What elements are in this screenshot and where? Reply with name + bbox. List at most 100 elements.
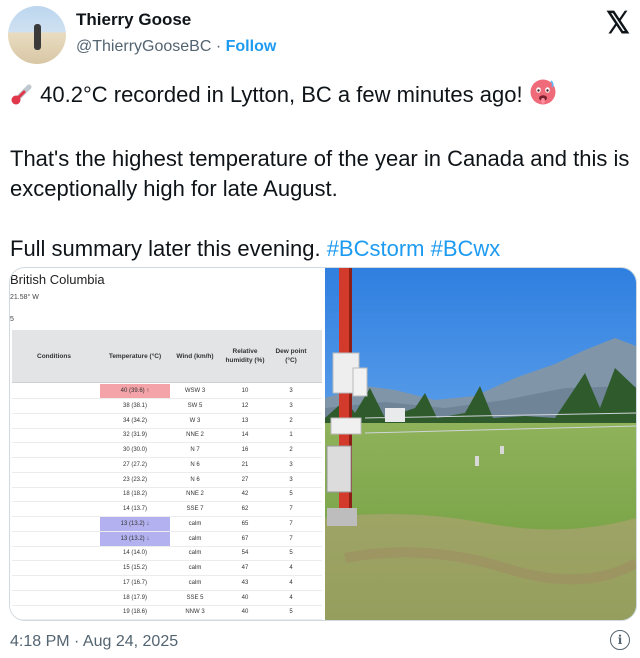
table-small-text: 5 — [10, 316, 14, 323]
dew-point-cell: 5 — [289, 491, 293, 498]
humidity-cell: 21 — [241, 461, 249, 468]
table-row: 19 (18.6) NNW 3 40 5 — [12, 605, 322, 620]
x-logo-icon[interactable]: 𝕏 — [606, 6, 630, 41]
header-dew-point: Dew point (°C) — [275, 348, 307, 364]
humidity-cell: 40 — [241, 609, 249, 616]
table-row: 32 (31.9) NNE 2 14 1 — [12, 428, 322, 444]
table-row: 17 (16.7) calm 43 4 — [12, 576, 322, 591]
wind-cell: W 3 — [189, 417, 201, 424]
dew-point-cell: 3 — [289, 402, 293, 409]
wind-cell: calm — [188, 520, 202, 527]
author-handle[interactable]: @ThierryGooseBC — [76, 38, 211, 55]
wind-cell: N 7 — [190, 447, 200, 453]
wind-cell: calm — [188, 565, 202, 571]
tweet-line-1-text: 40.2°C recorded in Lytton, BC a few minu… — [40, 82, 523, 107]
humidity-cell: 54 — [241, 550, 249, 557]
dew-point-cell: 4 — [289, 594, 293, 601]
temperature-cell: 23 (23.2) — [122, 476, 147, 483]
table-row: 27 (27.2) N 6 21 3 — [12, 458, 322, 473]
dew-point-cell: 7 — [289, 520, 293, 527]
wind-cell: NNW 3 — [185, 609, 205, 616]
dew-point-cell: 7 — [289, 506, 293, 512]
table-coord: 21.58° W — [10, 294, 39, 301]
temperature-cell: 14 (13.7) — [122, 506, 147, 512]
header-temperature: Temperature (°C) — [108, 352, 162, 360]
dew-point-cell: 7 — [289, 535, 293, 542]
table-title: British Columbia — [10, 272, 105, 287]
humidity-cell: 12 — [241, 402, 249, 409]
dew-point-cell: 5 — [289, 550, 293, 557]
humidity-cell: 27 — [241, 476, 249, 483]
tweet-text: 40.2°C recorded in Lytton, BC a few minu… — [10, 78, 630, 264]
humidity-cell: 65 — [241, 520, 249, 527]
header-humidity: Relative humidity (%) — [225, 348, 265, 364]
thermometer-icon — [10, 82, 34, 114]
header-wind: Wind (km/h) — [176, 352, 214, 360]
tweet-line-3-text: Full summary later this evening. — [10, 236, 321, 261]
humidity-cell: 42 — [241, 491, 249, 498]
timestamp[interactable]: 4:18 PM · Aug 24, 2025 — [10, 633, 178, 651]
weather-table-image[interactable]: British Columbia 21.58° W 5 Conditions T… — [10, 268, 324, 620]
temperature-cell: 40 (39.6) ↑ — [100, 384, 170, 398]
hashtag-bcstorm[interactable]: #BCstorm — [327, 236, 425, 261]
table-row: 40 (39.6) ↑ WSW 3 10 3 — [12, 384, 322, 399]
dew-point-cell: 4 — [289, 579, 293, 586]
author-handle-row: @ThierryGooseBC · Follow — [76, 38, 276, 56]
avatar[interactable] — [8, 6, 66, 64]
temperature-cell: 13 (13.2) ↓ — [100, 516, 170, 531]
tweet-line-2: That's the highest temperature of the ye… — [10, 146, 630, 201]
temperature-cell: 15 (15.2) — [122, 565, 147, 571]
wind-cell: SSE 7 — [186, 506, 204, 512]
wind-cell: N 6 — [190, 461, 200, 468]
temperature-cell: 32 (31.9) — [122, 432, 147, 439]
table-row: 13 (13.2) ↓ calm 67 7 — [12, 531, 322, 547]
table-row: 18 (17.9) SSE 5 40 4 — [12, 591, 322, 606]
temperature-cell: 18 (17.9) — [122, 594, 147, 601]
dew-point-cell: 3 — [289, 476, 293, 483]
table-row: 15 (15.2) calm 47 4 — [12, 561, 322, 576]
temperature-cell: 19 (18.6) — [122, 609, 147, 616]
dew-point-cell: 2 — [289, 447, 293, 453]
wind-cell: WSW 3 — [184, 388, 206, 394]
table-row: 34 (34.2) W 3 13 2 — [12, 414, 322, 429]
author-name[interactable]: Thierry Goose — [76, 10, 191, 30]
table-row: 14 (13.7) SSE 7 62 7 — [12, 502, 322, 517]
weather-station-photo[interactable] — [325, 268, 636, 620]
table-row: 14 (14.0) calm 54 5 — [12, 546, 322, 562]
humidity-cell: 67 — [241, 535, 249, 542]
dew-point-cell: 3 — [289, 388, 293, 394]
dew-point-cell: 2 — [289, 417, 293, 424]
table-row: 30 (30.0) N 7 16 2 — [12, 443, 322, 458]
wind-cell: calm — [188, 550, 202, 557]
temperature-cell: 18 (18.2) — [122, 491, 147, 498]
humidity-cell: 40 — [241, 594, 249, 601]
humidity-cell: 14 — [241, 432, 249, 439]
table-row: 18 (18.2) NNE 2 42 5 — [12, 487, 322, 503]
humidity-cell: 16 — [241, 447, 249, 453]
temperature-cell: 27 (27.2) — [122, 461, 147, 468]
hashtag-bcwx[interactable]: #BCwx — [431, 236, 501, 261]
tweet-line-1: 40.2°C recorded in Lytton, BC a few minu… — [10, 78, 630, 114]
tweet-line-3: Full summary later this evening. #BCstor… — [10, 234, 630, 264]
wind-cell: SW 5 — [187, 402, 203, 409]
table-row: 38 (38.1) SW 5 12 3 — [12, 399, 322, 414]
humidity-cell: 43 — [241, 579, 249, 586]
wind-cell: NNE 2 — [186, 491, 204, 498]
temperature-cell: 38 (38.1) — [122, 402, 147, 409]
dew-point-cell: 3 — [289, 461, 293, 468]
follow-button[interactable]: Follow — [226, 38, 277, 55]
table-header: Conditions Temperature (°C) Wind (km/h) … — [12, 330, 322, 383]
media-attachment[interactable]: British Columbia 21.58° W 5 Conditions T… — [9, 267, 637, 621]
header-conditions: Conditions — [37, 352, 71, 360]
temperature-cell: 14 (14.0) — [122, 550, 147, 557]
dew-point-cell: 4 — [289, 565, 293, 571]
table-row: 23 (23.2) N 6 27 3 — [12, 473, 322, 488]
humidity-cell: 10 — [241, 388, 249, 394]
temperature-cell: 30 (30.0) — [122, 447, 147, 453]
info-icon[interactable]: i — [610, 630, 630, 650]
humidity-cell: 13 — [241, 417, 249, 424]
wind-cell: N 6 — [190, 476, 200, 483]
wind-cell: calm — [188, 535, 202, 542]
separator: · — [215, 38, 222, 55]
humidity-cell: 62 — [241, 506, 249, 512]
